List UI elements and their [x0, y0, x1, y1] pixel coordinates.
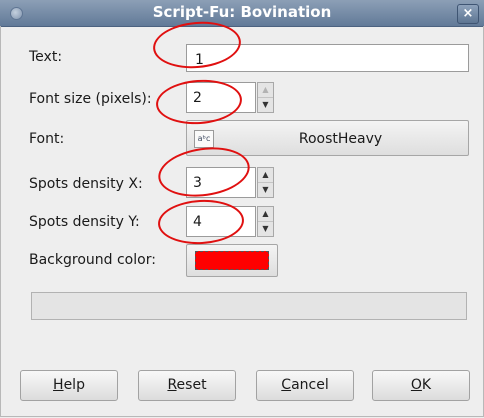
spin-down-icon[interactable]: ▼ — [258, 183, 273, 197]
font-name: RoostHeavy — [298, 131, 383, 147]
spots-x-label: Spots density X: — [29, 176, 143, 192]
cancel-button[interactable]: Cancel — [256, 370, 354, 401]
spin-down-icon[interactable]: ▼ — [258, 98, 273, 112]
reset-button[interactable]: Reset — [138, 370, 236, 401]
title-bar[interactable]: Script-Fu: Bovination × — [0, 0, 484, 27]
font-size-input[interactable]: 2 — [186, 82, 256, 113]
spots-x-input[interactable]: 3 — [186, 167, 256, 198]
font-size-label: Font size (pixels): — [29, 91, 152, 107]
close-icon[interactable]: × — [457, 4, 479, 24]
font-icon: aᵇc — [194, 130, 214, 148]
text-input[interactable]: 1 — [186, 44, 469, 72]
background-color-button[interactable] — [186, 244, 278, 277]
spots-y-stepper[interactable]: ▲ ▼ — [257, 206, 274, 237]
spin-up-icon[interactable]: ▲ — [258, 207, 273, 222]
font-select-button[interactable]: aᵇc RoostHeavy — [186, 120, 469, 156]
text-label: Text: — [29, 49, 63, 65]
ok-button[interactable]: OK — [372, 370, 470, 401]
color-swatch — [195, 251, 269, 270]
spots-y-input[interactable]: 4 — [186, 206, 256, 237]
spots-x-stepper[interactable]: ▲ ▼ — [257, 167, 274, 198]
spin-up-icon[interactable]: ▲ — [258, 168, 273, 183]
spin-down-icon[interactable]: ▼ — [258, 222, 273, 236]
help-button[interactable]: Help — [20, 370, 118, 401]
spin-up-icon[interactable]: ▲ — [258, 83, 273, 98]
font-label: Font: — [29, 131, 65, 147]
font-size-stepper[interactable]: ▲ ▼ — [257, 82, 274, 113]
background-color-label: Background color: — [29, 252, 156, 268]
spots-y-label: Spots density Y: — [29, 214, 140, 230]
progress-bar — [31, 292, 467, 320]
window-title: Script-Fu: Bovination — [152, 3, 332, 21]
